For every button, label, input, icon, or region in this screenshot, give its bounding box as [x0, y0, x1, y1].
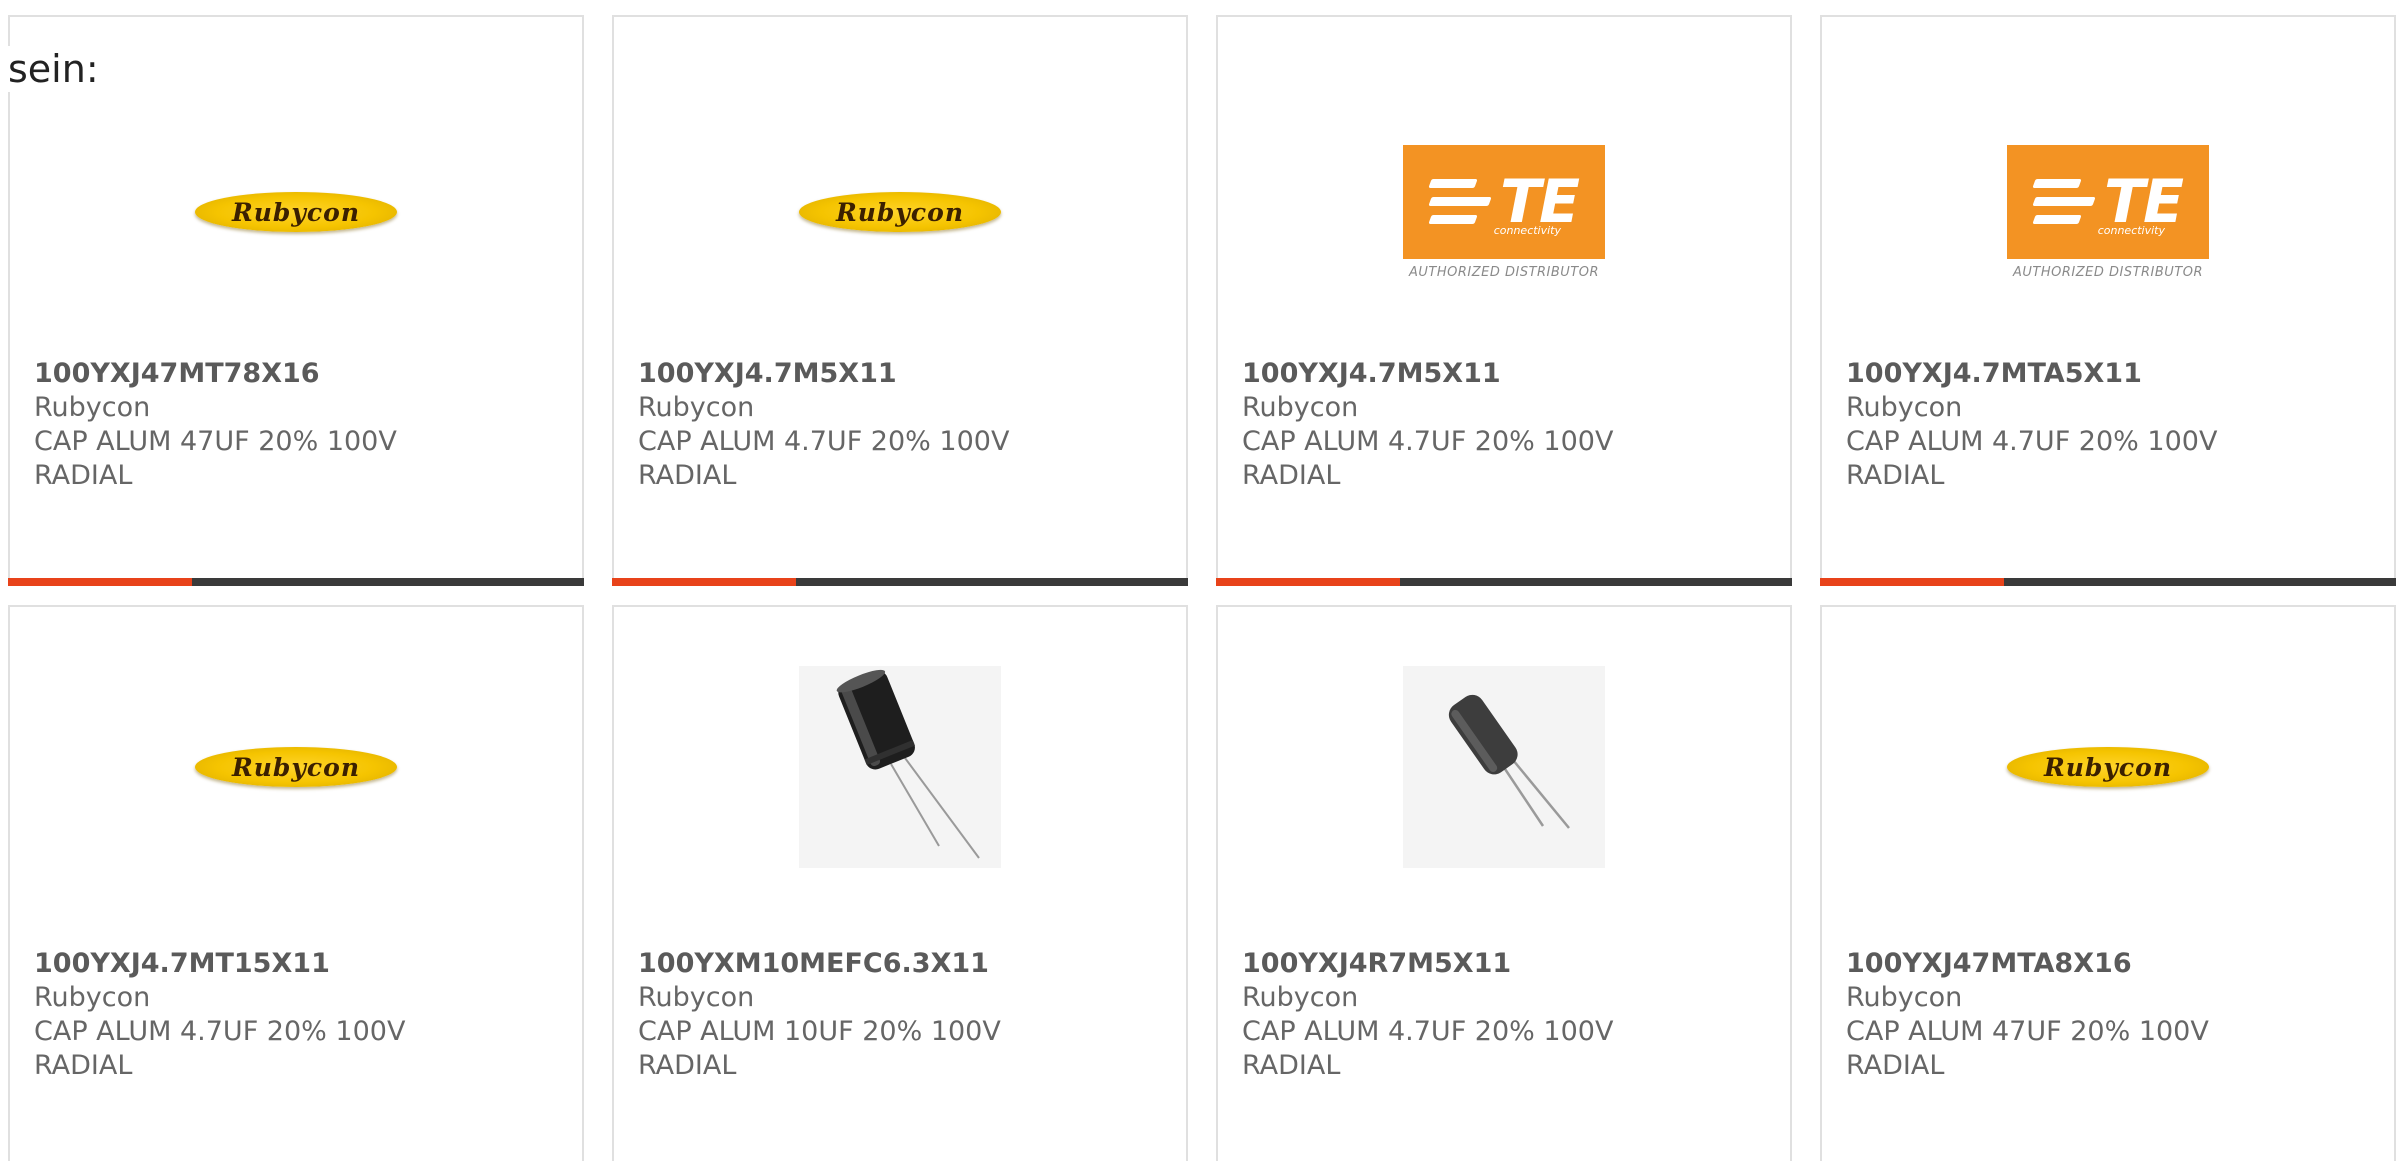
manufacturer: Rubycon: [34, 392, 151, 423]
product-image: Rubycon: [10, 112, 582, 312]
rubycon-logo-icon: Rubycon: [195, 192, 397, 232]
te-logo-subtext: connectivity: [1493, 223, 1561, 237]
description-line1: CAP ALUM 4.7UF 20% 100V: [1242, 426, 1614, 457]
description-line2: RADIAL: [34, 460, 133, 491]
part-number[interactable]: 100YXJ47MT78X16: [34, 357, 562, 391]
description-line2: RADIAL: [34, 1050, 133, 1081]
product-card[interactable]: 100YXM10MEFC6.3X11 Rubycon CAP ALUM 10UF…: [612, 605, 1188, 1161]
description-line1: CAP ALUM 4.7UF 20% 100V: [1242, 1016, 1614, 1047]
part-number[interactable]: 100YXJ4.7M5X11: [638, 357, 1166, 391]
part-number[interactable]: 100YXJ4.7M5X11: [1242, 357, 1770, 391]
description-line1: CAP ALUM 4.7UF 20% 100V: [638, 426, 1010, 457]
manufacturer: Rubycon: [638, 982, 755, 1013]
manufacturer: Rubycon: [1846, 982, 1963, 1013]
description-line2: RADIAL: [1242, 1050, 1341, 1081]
te-stripes-icon: [2032, 179, 2096, 224]
carousel-progress-bar: [612, 578, 1188, 586]
description-line1: CAP ALUM 4.7UF 20% 100V: [1846, 426, 2218, 457]
te-stripes-icon: [1428, 179, 1492, 224]
section-heading: sein:: [8, 46, 99, 92]
manufacturer: Rubycon: [638, 392, 755, 423]
capacitor-photo-icon: [1403, 666, 1605, 868]
authorized-distributor-label: AUTHORIZED DISTRIBUTOR: [2012, 264, 2204, 280]
part-number[interactable]: 100YXM10MEFC6.3X11: [638, 947, 1166, 981]
description-line2: RADIAL: [1846, 1050, 1945, 1081]
product-image: Rubycon: [10, 667, 582, 867]
manufacturer: Rubycon: [34, 982, 151, 1013]
manufacturer: Rubycon: [1846, 392, 1963, 423]
product-card[interactable]: Rubycon 100YXJ47MT78X16 Rubycon CAP ALUM…: [8, 15, 584, 586]
te-logo-icon: TE connectivity AUTHORIZED DISTRIBUTOR: [1403, 144, 1605, 280]
progress-fill: [1216, 578, 1401, 586]
te-logo-subtext: connectivity: [2097, 223, 2165, 237]
description-line2: RADIAL: [638, 1050, 737, 1081]
progress-fill: [1820, 578, 2005, 586]
authorized-distributor-label: AUTHORIZED DISTRIBUTOR: [1408, 264, 1600, 280]
product-grid-page: sein: Rubycon 100YXJ47MT78X16 Rubycon CA…: [0, 0, 2400, 1161]
te-logo-icon: TE connectivity AUTHORIZED DISTRIBUTOR: [2007, 144, 2209, 280]
description-line2: RADIAL: [638, 460, 737, 491]
product-card[interactable]: TE connectivity AUTHORIZED DISTRIBUTOR 1…: [1216, 15, 1792, 586]
carousel-progress-bar: [1820, 578, 2396, 586]
capacitor-photo-icon: [799, 666, 1001, 868]
product-image: Rubycon: [614, 112, 1186, 312]
product-image: Rubycon: [1822, 667, 2394, 867]
part-number[interactable]: 100YXJ4.7MTA5X11: [1846, 357, 2374, 391]
carousel-progress-bar: [1216, 578, 1792, 586]
progress-fill: [612, 578, 797, 586]
part-number[interactable]: 100YXJ4.7MT15X11: [34, 947, 562, 981]
product-image: [1218, 666, 1790, 868]
te-logo-text: TE: [1500, 166, 1580, 237]
description-line2: RADIAL: [1242, 460, 1341, 491]
rubycon-logo-icon: Rubycon: [2007, 747, 2209, 787]
product-card[interactable]: TE connectivity AUTHORIZED DISTRIBUTOR 1…: [1820, 15, 2396, 586]
description-line1: CAP ALUM 47UF 20% 100V: [1846, 1016, 2209, 1047]
description-line1: CAP ALUM 47UF 20% 100V: [34, 426, 397, 457]
carousel-progress-bar: [8, 578, 584, 586]
product-image: TE connectivity AUTHORIZED DISTRIBUTOR: [1218, 112, 1790, 312]
rubycon-logo-icon: Rubycon: [195, 747, 397, 787]
part-number[interactable]: 100YXJ47MTA8X16: [1846, 947, 2374, 981]
manufacturer: Rubycon: [1242, 982, 1359, 1013]
part-number[interactable]: 100YXJ4R7M5X11: [1242, 947, 1770, 981]
progress-fill: [8, 578, 193, 586]
product-card[interactable]: Rubycon 100YXJ47MTA8X16 Rubycon CAP ALUM…: [1820, 605, 2396, 1161]
product-card[interactable]: Rubycon 100YXJ4.7M5X11 Rubycon CAP ALUM …: [612, 15, 1188, 586]
product-card[interactable]: Rubycon 100YXJ4.7MT15X11 Rubycon CAP ALU…: [8, 605, 584, 1161]
product-image: TE connectivity AUTHORIZED DISTRIBUTOR: [1822, 112, 2394, 312]
rubycon-logo-icon: Rubycon: [799, 192, 1001, 232]
product-card[interactable]: 100YXJ4R7M5X11 Rubycon CAP ALUM 4.7UF 20…: [1216, 605, 1792, 1161]
product-image: [614, 666, 1186, 868]
manufacturer: Rubycon: [1242, 392, 1359, 423]
description-line2: RADIAL: [1846, 460, 1945, 491]
description-line1: CAP ALUM 4.7UF 20% 100V: [34, 1016, 406, 1047]
te-logo-text: TE: [2104, 166, 2184, 237]
description-line1: CAP ALUM 10UF 20% 100V: [638, 1016, 1001, 1047]
